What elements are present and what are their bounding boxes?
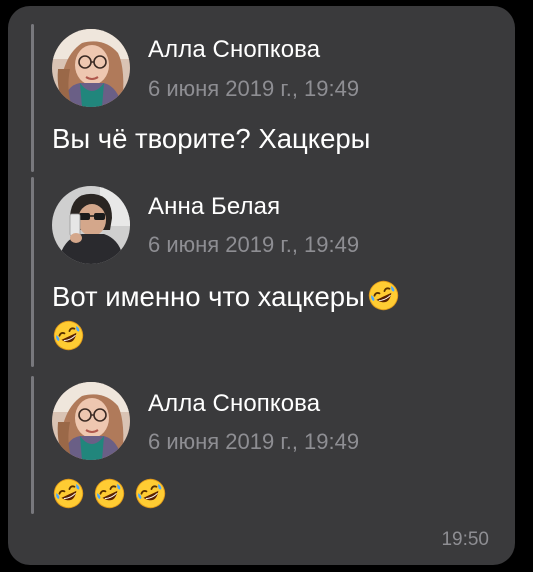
sender-name[interactable]: Алла Снопкова — [148, 36, 320, 64]
forward-indicator-bar — [31, 177, 34, 367]
avatar[interactable] — [52, 29, 130, 107]
forward-indicator-bar — [31, 376, 34, 514]
message-time: 19:50 — [441, 529, 489, 550]
message-text: Вот именно что хацкеры — [52, 281, 365, 312]
message-date: 6 июня 2019 г., 19:49 — [148, 76, 360, 101]
message-text: Вы чё творите? Хацкеры — [52, 123, 371, 154]
rofl-emoji-icon — [93, 477, 126, 510]
rofl-emoji-icon — [52, 477, 85, 510]
sender-name[interactable]: Алла Снопкова — [148, 390, 320, 418]
message-text-block: Вот именно что хацкеры — [52, 277, 502, 357]
message-bubble[interactable]: Алла Снопкова 6 июня 2019 г., 19:49 Вы ч… — [8, 6, 515, 565]
message-date: 6 июня 2019 г., 19:49 — [148, 429, 360, 454]
rofl-emoji-icon — [134, 477, 167, 510]
rofl-emoji-icon — [52, 319, 85, 352]
rofl-emoji-icon — [367, 279, 400, 312]
sender-name[interactable]: Анна Белая — [148, 193, 280, 221]
avatar[interactable] — [52, 186, 130, 264]
forward-indicator-bar — [31, 24, 34, 172]
emoji-row — [52, 477, 502, 517]
message-date: 6 июня 2019 г., 19:49 — [148, 232, 360, 257]
avatar[interactable] — [52, 382, 130, 460]
